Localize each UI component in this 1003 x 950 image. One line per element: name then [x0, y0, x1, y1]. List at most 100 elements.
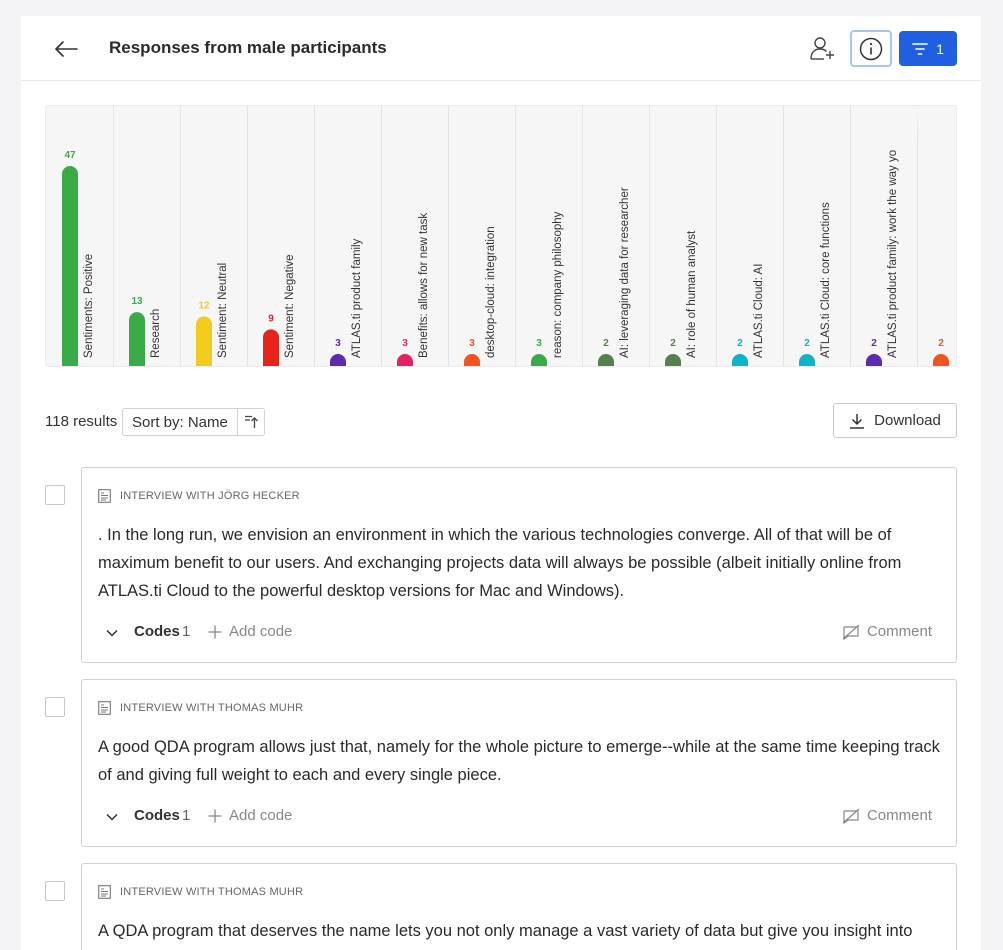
chart-value-label: 12	[198, 300, 210, 311]
chart-category-label: ATLAS.ti Cloud: core functions	[820, 202, 832, 358]
chart-category-label: Sentiment: Negative	[284, 254, 296, 358]
codes-toggle[interactable]	[104, 625, 120, 641]
chart-bar	[397, 354, 413, 366]
chart-category-label: Sentiments: Positive	[83, 254, 95, 358]
chart-value-label: 3	[402, 338, 408, 349]
add-code-button[interactable]: Add code	[208, 623, 292, 640]
quotation-text: . In the long run, we envision an enviro…	[98, 526, 902, 600]
codes-count: 1	[182, 623, 191, 640]
row-checkbox[interactable]	[45, 485, 65, 505]
chart-value-label: 3	[469, 338, 475, 349]
filter-icon	[912, 42, 928, 55]
source-label: INTERVIEW WITH JÖRG HECKER	[120, 490, 300, 502]
back-button[interactable]	[51, 34, 81, 64]
row-checkbox[interactable]	[45, 881, 65, 901]
chart-bar	[531, 354, 547, 366]
chart-bar	[464, 354, 480, 366]
document-icon	[98, 489, 111, 503]
chart-category-label: ATLAS.ti product family: work the way yo	[887, 150, 899, 358]
chart-category-label: reason: company philosophy	[552, 211, 564, 358]
page-header: Responses from male participants 1	[21, 16, 981, 81]
add-code-label: Add code	[229, 623, 293, 640]
card-footer: Codes 1 Add code Comment	[98, 805, 944, 829]
chart-value-label: 2	[603, 338, 609, 349]
chart-bar	[330, 354, 346, 366]
chart-bar	[799, 354, 815, 366]
comment-button[interactable]: Comment	[842, 807, 932, 824]
chart-bar	[263, 329, 279, 366]
comment-button[interactable]: Comment	[842, 623, 932, 640]
chevron-down-icon	[106, 813, 118, 821]
add-user-icon	[810, 37, 834, 60]
codes-count: 1	[182, 807, 191, 824]
source-label: INTERVIEW WITH THOMAS MUHR	[120, 886, 304, 898]
sort-dropdown[interactable]: Sort by: Name	[123, 409, 237, 435]
chart-value-label: 2	[938, 338, 944, 349]
label-fade	[866, 106, 956, 140]
chart-value-label: 47	[64, 150, 76, 161]
chart-bar	[196, 316, 212, 366]
results-count: 118 results	[45, 413, 118, 430]
filter-count: 1	[936, 40, 944, 57]
quotation-source: INTERVIEW WITH THOMAS MUHR	[98, 701, 303, 715]
document-icon	[98, 885, 111, 899]
download-label: Download	[874, 412, 941, 429]
chart-value-label: 2	[737, 338, 743, 349]
chart-category-label: ATLAS.ti Cloud: AI	[753, 264, 765, 358]
chart-svg: 47 Sentiments: Positive 13 Research 12 Sentim…	[62, 106, 956, 366]
add-code-label: Add code	[229, 807, 293, 824]
quotation-card: INTERVIEW WITH THOMAS MUHR A QDA program…	[81, 863, 957, 950]
filter-button[interactable]: 1	[899, 31, 957, 66]
plus-icon	[208, 809, 222, 822]
chart-value-label: 3	[335, 338, 341, 349]
info-icon	[859, 37, 883, 60]
chart-value-label: 2	[804, 338, 810, 349]
row-checkbox[interactable]	[45, 697, 65, 717]
chart-bar	[866, 354, 882, 366]
info-button[interactable]	[850, 30, 892, 67]
main-panel: Responses from male participants 1 47 Se…	[21, 16, 981, 950]
chart-category-label: ATLAS.ti product family	[351, 238, 363, 358]
sort-control: Sort by: Name	[122, 408, 265, 436]
arrow-left-icon	[55, 41, 78, 57]
comment-hidden-icon	[842, 808, 860, 824]
card-footer: Codes 1 Add code Comment	[98, 621, 944, 645]
chart-value-label: 9	[268, 313, 274, 324]
add-code-button[interactable]: Add code	[208, 807, 292, 824]
chart-category-label: AI: leveraging data for researcher	[619, 187, 631, 358]
chart-bar	[665, 354, 681, 366]
chart-category-label: desktop-cloud: integration	[485, 226, 497, 358]
sort-direction-button[interactable]	[236, 409, 264, 435]
chart-category-label: Sentiment: Neutral	[217, 263, 229, 358]
codes-label[interactable]: Codes	[134, 807, 180, 824]
code-frequency-chart: 47 Sentiments: Positive 13 Research 12 Sentim…	[45, 105, 957, 367]
add-user-button[interactable]	[807, 32, 839, 64]
chart-value-label: 13	[131, 296, 143, 307]
chart-category-label: Benefits: allows for new task	[418, 213, 430, 358]
quotation-text: A good QDA program allows just that, nam…	[98, 738, 940, 784]
chevron-down-icon	[106, 629, 118, 637]
quotation-source: INTERVIEW WITH JÖRG HECKER	[98, 489, 300, 503]
codes-label[interactable]: Codes	[134, 623, 180, 640]
chart-value-label: 2	[871, 338, 877, 349]
chart-bar	[933, 354, 949, 366]
chart-value-label: 3	[536, 338, 542, 349]
quotation-card: INTERVIEW WITH JÖRG HECKER . In the long…	[81, 467, 957, 663]
page-title: Responses from male participants	[109, 38, 387, 57]
comment-label: Comment	[866, 623, 932, 640]
chart-bar	[732, 354, 748, 366]
source-label: INTERVIEW WITH THOMAS MUHR	[120, 702, 304, 714]
chart-bar	[129, 312, 145, 366]
comment-label: Comment	[866, 807, 932, 824]
chart-bar	[62, 166, 78, 366]
plus-icon	[208, 625, 222, 638]
download-icon	[850, 413, 865, 429]
download-button[interactable]: Download	[833, 403, 957, 438]
chart-bar	[598, 354, 614, 366]
quotation-source: INTERVIEW WITH THOMAS MUHR	[98, 885, 303, 899]
chart-category-label: Research	[150, 309, 162, 358]
codes-toggle[interactable]	[104, 809, 120, 825]
document-icon	[98, 701, 111, 715]
chart-category-label: AI: role of human analyst	[686, 230, 698, 358]
chart-value-label: 2	[670, 338, 676, 349]
